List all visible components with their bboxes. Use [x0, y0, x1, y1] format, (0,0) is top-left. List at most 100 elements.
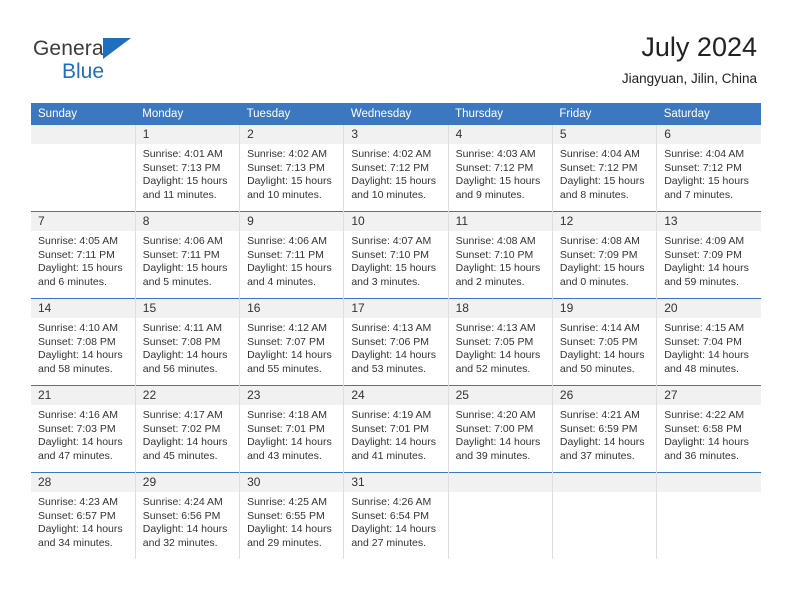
calendar-day-cell[interactable]: 5 Sunrise: 4:04 AM Sunset: 7:12 PM Daylight…: [551, 125, 657, 212]
daylight-text-cont: and 48 minutes.: [664, 362, 739, 375]
calendar-day-cell[interactable]: 6 Sunrise: 4:04 AM Sunset: 7:12 PM Daylight…: [656, 125, 761, 212]
daylight-text-cont: and 52 minutes.: [455, 362, 531, 375]
sunset-text: Sunset: 7:05 PM: [455, 335, 534, 348]
day-number: 15: [135, 299, 240, 318]
day-number: 5: [552, 125, 657, 144]
calendar-day-cell[interactable]: 25 Sunrise: 4:20 AM Sunset: 7:00 PM Dayligh…: [447, 385, 553, 473]
sunrise-text: Sunrise: 4:13 AM: [351, 322, 432, 334]
calendar-day-cell[interactable]: 30 Sunrise: 4:25 AM Sunset: 6:55 PM Dayligh…: [239, 472, 344, 559]
calendar-day-cell[interactable]: 24 Sunrise: 4:19 AM Sunset: 7:01 PM Dayligh…: [343, 385, 449, 473]
sunrise-text: Sunrise: 4:04 AM: [664, 148, 745, 160]
sunset-text: Sunset: 7:12 PM: [455, 161, 534, 174]
sunset-text: Sunset: 7:13 PM: [247, 161, 325, 174]
daylight-text-cont: and 0 minutes.: [559, 275, 629, 288]
calendar-day-cell[interactable]: 8 Sunrise: 4:06 AM Sunset: 7:11 PM Daylight…: [134, 211, 240, 299]
calendar-day-cell[interactable]: 12 Sunrise: 4:08 AM Sunset: 7:09 PM Dayligh…: [551, 211, 657, 299]
calendar-day-cell[interactable]: 7 Sunrise: 4:05 AM Sunset: 7:11 PM Daylight…: [31, 211, 136, 299]
day-cell-body: Sunrise: 4:03 AM Sunset: 7:12 PM Daylight:…: [449, 144, 552, 211]
calendar-day-cell[interactable]: 15 Sunrise: 4:11 AM Sunset: 7:08 PM Dayligh…: [134, 298, 240, 386]
calendar-day-cell[interactable]: 26 Sunrise: 4:21 AM Sunset: 6:59 PM Dayligh…: [551, 385, 657, 473]
sunrise-text: Sunrise: 4:19 AM: [351, 409, 432, 421]
daylight-text-cont: and 9 minutes.: [455, 188, 525, 201]
calendar-day-cell[interactable]: 10 Sunrise: 4:07 AM Sunset: 7:10 PM Dayligh…: [343, 211, 449, 299]
calendar-day-cell[interactable]: 14 Sunrise: 4:10 AM Sunset: 7:08 PM Dayligh…: [31, 298, 136, 386]
daylight-text: Daylight: 15 hours: [38, 262, 123, 275]
daylight-text-cont: and 34 minutes.: [38, 536, 113, 549]
calendar-day-cell[interactable]: 29 Sunrise: 4:24 AM Sunset: 6:56 PM Dayligh…: [134, 472, 240, 559]
daylight-text: Daylight: 14 hours: [247, 349, 332, 362]
sunrise-text: Sunrise: 4:14 AM: [559, 322, 640, 334]
daylight-text-cont: and 3 minutes.: [351, 275, 421, 288]
sunset-text: Sunset: 7:04 PM: [664, 335, 742, 348]
sunrise-text: Sunrise: 4:11 AM: [142, 322, 222, 334]
sunset-text: Sunset: 7:09 PM: [664, 248, 742, 261]
daylight-text: Daylight: 14 hours: [142, 349, 228, 362]
sunrise-text: Sunrise: 4:07 AM: [351, 235, 432, 247]
calendar-day-cell[interactable]: 28 Sunrise: 4:23 AM Sunset: 6:57 PM Dayligh…: [31, 472, 136, 559]
sunset-text: Sunset: 7:10 PM: [455, 248, 534, 261]
sunset-text: Sunset: 7:12 PM: [664, 161, 742, 174]
calendar-day-cell[interactable]: 22 Sunrise: 4:17 AM Sunset: 7:02 PM Dayligh…: [134, 385, 240, 473]
sunrise-text: Sunrise: 4:02 AM: [247, 148, 328, 160]
daylight-text: Daylight: 14 hours: [455, 349, 541, 362]
day-cell-body: Sunrise: 4:19 AM Sunset: 7:01 PM Daylight:…: [344, 405, 447, 472]
weekday-header-sunday: Sunday: [31, 103, 136, 125]
sunset-text: Sunset: 6:57 PM: [38, 509, 116, 522]
calendar-day-cell[interactable]: 16 Sunrise: 4:12 AM Sunset: 7:07 PM Dayligh…: [239, 298, 344, 386]
calendar-day-cell[interactable]: 23 Sunrise: 4:18 AM Sunset: 7:01 PM Dayligh…: [239, 385, 344, 473]
sunrise-text: Sunrise: 4:22 AM: [664, 409, 745, 421]
calendar-day-cell[interactable]: 18 Sunrise: 4:13 AM Sunset: 7:05 PM Dayligh…: [447, 298, 553, 386]
calendar-day-cell[interactable]: 11 Sunrise: 4:08 AM Sunset: 7:10 PM Dayligh…: [447, 211, 553, 299]
calendar-day-cell[interactable]: 27 Sunrise: 4:22 AM Sunset: 6:58 PM Dayligh…: [656, 385, 761, 473]
day-cell-body: Sunrise: 4:05 AM Sunset: 7:11 PM Daylight:…: [31, 231, 135, 298]
daylight-text: Daylight: 15 hours: [142, 262, 228, 275]
calendar-day-cell[interactable]: 17 Sunrise: 4:13 AM Sunset: 7:06 PM Dayligh…: [343, 298, 449, 386]
calendar-day-cell[interactable]: 9 Sunrise: 4:06 AM Sunset: 7:11 PM Daylight…: [239, 211, 344, 299]
day-cell-body: Sunrise: 4:08 AM Sunset: 7:10 PM Daylight:…: [449, 231, 552, 298]
sunset-text: Sunset: 6:59 PM: [559, 422, 638, 435]
sunrise-text: Sunrise: 4:15 AM: [664, 322, 745, 334]
calendar-week-row: 28 Sunrise: 4:23 AM Sunset: 6:57 PM Dayligh…: [31, 472, 761, 559]
daylight-text-cont: and 27 minutes.: [351, 536, 427, 549]
day-number: [448, 473, 552, 492]
calendar-day-cell[interactable]: 21 Sunrise: 4:16 AM Sunset: 7:03 PM Dayligh…: [31, 385, 136, 473]
sunrise-text: Sunrise: 4:04 AM: [559, 148, 640, 160]
day-cell-body: Sunrise: 4:25 AM Sunset: 6:55 PM Daylight:…: [240, 492, 343, 559]
calendar-day-cell[interactable]: 1 Sunrise: 4:01 AM Sunset: 7:13 PM Daylight…: [134, 125, 240, 212]
daylight-text-cont: and 8 minutes.: [559, 188, 629, 201]
day-cell-body: Sunrise: 4:15 AM Sunset: 7:04 PM Daylight:…: [657, 318, 761, 385]
daylight-text: Daylight: 14 hours: [247, 523, 332, 536]
daylight-text-cont: and 6 minutes.: [38, 275, 107, 288]
day-number: 14: [31, 299, 135, 318]
weekday-header-thursday: Thursday: [448, 103, 553, 125]
calendar-day-cell[interactable]: 31 Sunrise: 4:26 AM Sunset: 6:54 PM Dayligh…: [343, 472, 449, 559]
day-cell-body: Sunrise: 4:12 AM Sunset: 7:07 PM Daylight:…: [240, 318, 343, 385]
day-cell-body: Sunrise: 4:13 AM Sunset: 7:06 PM Daylight:…: [344, 318, 447, 385]
general-blue-logo[interactable]: General Blue: [33, 36, 173, 88]
sunrise-text: Sunrise: 4:05 AM: [38, 235, 118, 247]
calendar-day-cell[interactable]: 20 Sunrise: 4:15 AM Sunset: 7:04 PM Dayligh…: [656, 298, 761, 386]
calendar-day-cell[interactable]: 13 Sunrise: 4:09 AM Sunset: 7:09 PM Dayligh…: [656, 211, 761, 299]
sunset-text: Sunset: 6:56 PM: [142, 509, 221, 522]
calendar-week-row: 14 Sunrise: 4:10 AM Sunset: 7:08 PM Dayligh…: [31, 298, 761, 386]
sunset-text: Sunset: 7:12 PM: [351, 161, 429, 174]
daylight-text-cont: and 10 minutes.: [351, 188, 427, 201]
sunrise-text: Sunrise: 4:25 AM: [247, 496, 328, 508]
daylight-text: Daylight: 15 hours: [247, 175, 332, 188]
daylight-text: Daylight: 15 hours: [455, 262, 541, 275]
daylight-text-cont: and 32 minutes.: [142, 536, 218, 549]
day-cell-body: Sunrise: 4:23 AM Sunset: 6:57 PM Daylight:…: [31, 492, 135, 559]
calendar-day-cell[interactable]: 3 Sunrise: 4:02 AM Sunset: 7:12 PM Daylight…: [343, 125, 449, 212]
calendar-day-cell[interactable]: 4 Sunrise: 4:03 AM Sunset: 7:12 PM Daylight…: [447, 125, 553, 212]
day-number: 18: [448, 299, 552, 318]
sunset-text: Sunset: 6:54 PM: [351, 509, 429, 522]
day-number: 9: [240, 212, 344, 231]
page-title: July 2024: [641, 32, 757, 62]
sunrise-text: Sunrise: 4:10 AM: [38, 322, 118, 334]
daylight-text: Daylight: 14 hours: [351, 349, 436, 362]
weekday-header-tuesday: Tuesday: [239, 103, 344, 125]
daylight-text: Daylight: 14 hours: [38, 523, 123, 536]
weekday-header-monday: Monday: [135, 103, 240, 125]
calendar-day-cell[interactable]: 19 Sunrise: 4:14 AM Sunset: 7:05 PM Dayligh…: [551, 298, 657, 386]
calendar-day-cell[interactable]: 2 Sunrise: 4:02 AM Sunset: 7:13 PM Daylight…: [239, 125, 344, 212]
